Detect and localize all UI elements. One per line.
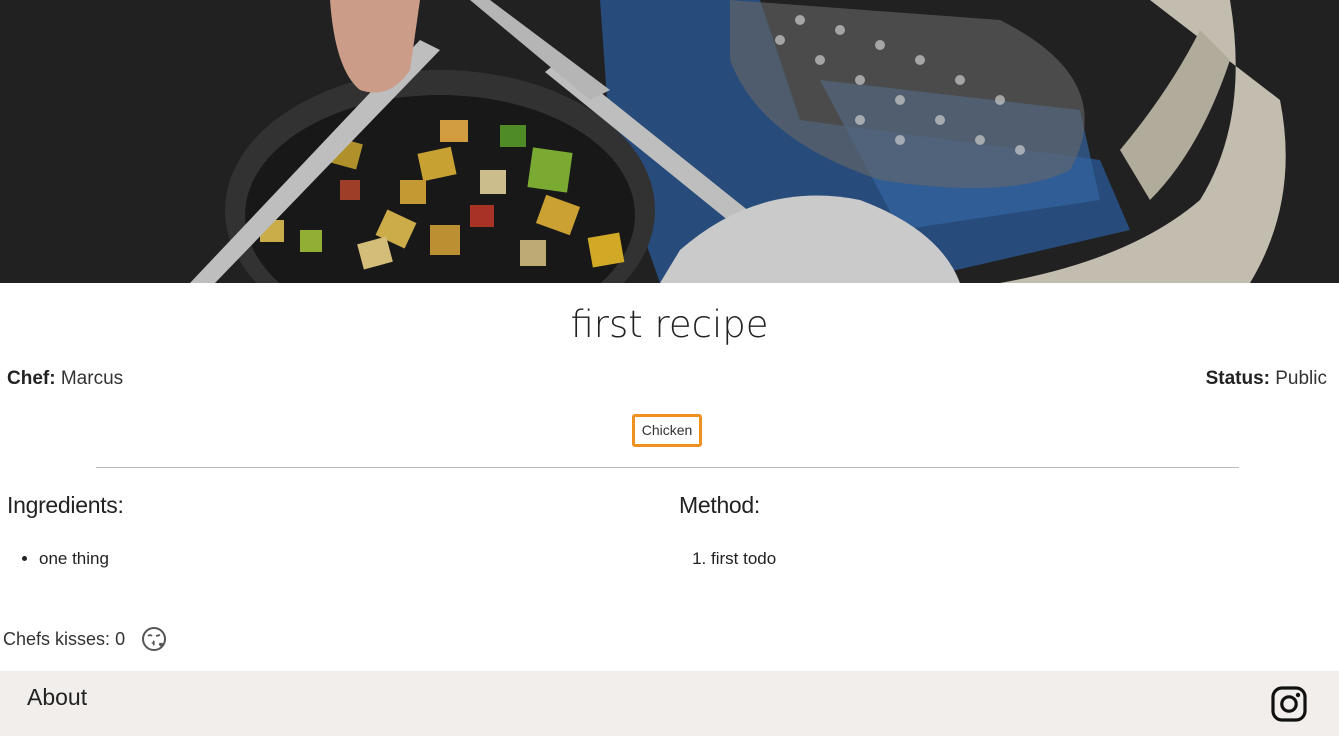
status-info: Status: Public <box>1206 368 1327 390</box>
hero-image <box>0 0 1339 283</box>
chef-label: Chef: <box>7 368 56 389</box>
kisses-count: 0 <box>115 628 126 649</box>
chef-info: Chef: Marcus <box>7 368 123 390</box>
chef-name: Marcus <box>60 368 124 389</box>
ingredient-item: one thing <box>39 546 109 572</box>
method-list: first todo <box>672 546 776 572</box>
recipe-title: first recipe <box>570 303 769 346</box>
hero-cooking-photo <box>0 0 1339 283</box>
ingredients-heading: Ingredients: <box>7 492 124 518</box>
chefs-kisses: Chefs kisses: 0 <box>3 626 167 652</box>
category-tag[interactable]: Chicken <box>632 414 702 447</box>
method-heading: Method: <box>679 492 761 518</box>
ingredients-list: one thing <box>0 546 109 572</box>
kisses-label: Chefs kisses: <box>3 628 111 649</box>
kiss-face-icon[interactable] <box>141 626 167 652</box>
about-link[interactable]: About <box>27 684 87 711</box>
status-label: Status: <box>1205 368 1270 389</box>
status-value: Public <box>1275 368 1327 389</box>
method-step: first todo <box>711 546 776 572</box>
site-footer: About <box>0 671 1339 736</box>
section-divider <box>96 467 1239 468</box>
instagram-icon[interactable] <box>1271 686 1307 722</box>
